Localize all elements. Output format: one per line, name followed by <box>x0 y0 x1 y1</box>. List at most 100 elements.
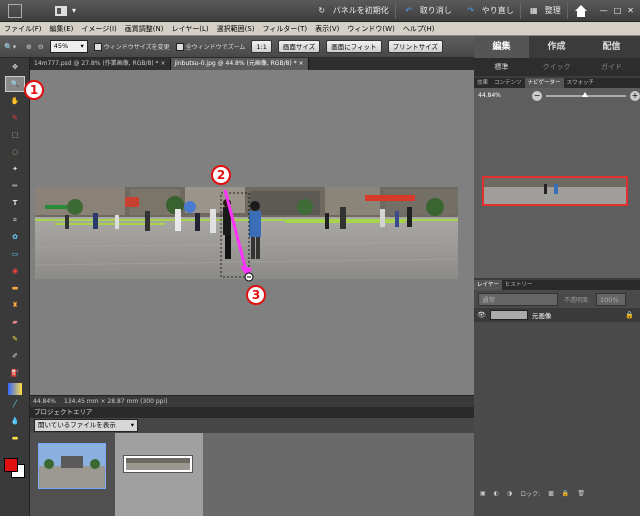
tab-create[interactable]: 作成 <box>529 36 584 58</box>
lasso-icon[interactable]: ◌ <box>5 144 25 160</box>
blend-mode-dropdown[interactable]: 通常 <box>478 293 558 306</box>
menu-filter[interactable]: フィルター(T) <box>259 22 312 36</box>
home-button[interactable] <box>568 0 594 22</box>
clone-stamp-icon[interactable]: ♜ <box>5 297 25 313</box>
layers-panel: 通常 不透明度: 100% 👁 元画像 🔒 ▣ ◐ ◑ ロック: ▩ 🔒 🗑 <box>474 290 640 516</box>
project-bin-active <box>115 433 203 516</box>
blur-icon[interactable]: 💧 <box>5 413 25 429</box>
project-thumb-1[interactable] <box>38 443 106 489</box>
eyedropper-icon[interactable]: ✎ <box>5 110 25 126</box>
marquee-icon[interactable]: ⬚ <box>5 127 25 143</box>
cookie-cutter-icon[interactable]: ✿ <box>5 229 25 245</box>
zoom-drag-overlay <box>223 189 254 282</box>
visibility-icon[interactable]: 👁 <box>477 311 486 319</box>
magic-wand-icon[interactable]: ✦ <box>5 161 25 177</box>
paint-bucket-icon[interactable]: ⛽ <box>5 365 25 381</box>
zoom-out-icon[interactable]: ⊖ <box>38 43 44 51</box>
crop-icon[interactable]: ⌗ <box>5 212 25 228</box>
gradient-icon[interactable] <box>8 383 22 395</box>
straighten-icon[interactable]: ▭ <box>5 246 25 262</box>
menu-enhance[interactable]: 画質調整(N) <box>121 22 168 36</box>
lock-transparency-icon[interactable]: ▩ <box>548 490 554 497</box>
zoom-slider-track[interactable] <box>546 92 626 97</box>
zoom-input[interactable]: 45% ▾ <box>49 40 88 53</box>
tab-history[interactable]: ヒストリー <box>502 280 536 290</box>
menu-window[interactable]: ウィンドウ(W) <box>343 22 398 36</box>
panel-reset-button[interactable]: ↻ パネルを初期化 <box>309 0 395 22</box>
tab-edit[interactable]: 編集 <box>474 36 529 58</box>
zoom-in-icon[interactable]: + <box>630 91 640 101</box>
undo-button[interactable]: ↶ 取り消し <box>396 0 458 22</box>
screen-size-button[interactable]: 画面サイズ <box>277 40 321 53</box>
navigator-preview[interactable] <box>482 176 628 206</box>
eraser-icon[interactable]: ▰ <box>5 314 25 330</box>
tab-layers[interactable]: レイヤー <box>474 280 502 290</box>
red-eye-icon[interactable]: ◉ <box>5 263 25 279</box>
blend-mode-value: 通常 <box>482 296 495 304</box>
layers-bottom-bar: ▣ ◐ ◑ ロック: ▩ 🔒 🗑 <box>474 486 640 500</box>
doc-tab-2[interactable]: jinbutsu-0.jpg @ 44.8% (元画像, RGB/8) * × <box>170 58 309 70</box>
status-dimensions: 134.45 mm × 28.87 mm (300 ppi) <box>64 398 168 405</box>
subtab-full[interactable]: 標準 <box>474 58 529 76</box>
mask-icon[interactable]: ◑ <box>507 490 512 497</box>
close-icon[interactable]: × <box>299 60 304 67</box>
pencil-icon[interactable]: ✎ <box>5 331 25 347</box>
menu-help[interactable]: ヘルプ(H) <box>399 22 439 36</box>
new-layer-icon[interactable]: ▣ <box>480 490 486 497</box>
all-windows-checkbox[interactable]: 全ウィンドウでズーム <box>175 42 246 51</box>
tab-effects[interactable]: 効果 <box>474 78 491 88</box>
arrange-icon <box>55 5 67 16</box>
status-bar: 44.84% 134.45 mm × 28.87 mm (300 ppi) <box>30 395 474 407</box>
quick-select-icon[interactable]: ✏ <box>5 178 25 194</box>
window-controls[interactable]: — □ ✕ <box>594 0 640 22</box>
tool-preset-icon[interactable]: 🔍▾ <box>4 43 20 51</box>
type-icon[interactable]: T <box>5 195 25 211</box>
organize-button[interactable]: ▦ 整理 <box>521 0 567 22</box>
color-swatches[interactable] <box>0 450 29 490</box>
healing-brush-icon[interactable]: ▬ <box>5 280 25 296</box>
one-to-one-button[interactable]: 1:1 <box>251 40 272 53</box>
print-size-button[interactable]: プリントサイズ <box>387 40 443 53</box>
shape-icon[interactable]: ╱ <box>5 396 25 412</box>
resize-windows-checkbox[interactable]: ウィンドウサイズを変更 <box>93 42 170 51</box>
tab-navigator[interactable]: ナビゲーター <box>524 78 564 88</box>
tab-share[interactable]: 配信 <box>584 36 639 58</box>
lock-all-icon[interactable]: 🔒 <box>562 490 569 497</box>
zoom-in-icon[interactable]: ⊕ <box>26 43 32 51</box>
maximize-icon[interactable]: □ <box>614 6 622 15</box>
menu-edit[interactable]: 編集(E) <box>46 22 78 36</box>
redo-button[interactable]: ↷ やり直し <box>458 0 520 22</box>
tab-swatches[interactable]: スウォッチ <box>564 78 598 88</box>
zoom-out-icon[interactable]: − <box>532 91 542 101</box>
menu-view[interactable]: 表示(V) <box>311 22 343 36</box>
opacity-input[interactable]: 100% <box>596 293 627 306</box>
foreground-color-swatch[interactable] <box>4 458 18 472</box>
canvas-area[interactable]: 2 3 <box>30 70 474 395</box>
subtab-guided[interactable]: ガイド <box>584 58 639 76</box>
fit-screen-button[interactable]: 画面にフィット <box>326 40 382 53</box>
menu-select[interactable]: 選択範囲(S) <box>213 22 259 36</box>
new-adjustment-icon[interactable]: ◐ <box>494 490 499 497</box>
close-icon[interactable]: ✕ <box>627 6 634 15</box>
layer-row[interactable]: 👁 元画像 🔒 <box>474 308 640 322</box>
subtab-quick[interactable]: クイック <box>529 58 584 76</box>
all-windows-label: 全ウィンドウでズーム <box>185 44 246 51</box>
arrange-button[interactable]: ▾ <box>48 0 82 22</box>
hand-tool-icon[interactable]: ✋ <box>5 93 25 109</box>
close-icon[interactable]: × <box>160 60 165 67</box>
move-tool-icon[interactable]: ✥ <box>5 59 25 75</box>
project-filter-dropdown[interactable]: 開いているファイルを表示 ▾ <box>34 419 138 432</box>
sponge-icon[interactable]: ▬ <box>5 430 25 446</box>
tab-content[interactable]: コンテンツ <box>491 78 525 88</box>
project-thumb-2[interactable] <box>123 455 193 473</box>
menu-image[interactable]: イメージ(I) <box>77 22 120 36</box>
minimize-icon[interactable]: — <box>600 6 608 15</box>
menu-file[interactable]: ファイル(F) <box>0 22 46 36</box>
zoom-tool-icon[interactable]: 🔍 <box>5 76 25 92</box>
brush-icon[interactable]: ✐ <box>5 348 25 364</box>
navigator-zoom-slider[interactable]: − + <box>532 91 640 101</box>
doc-tab-1[interactable]: 14m777.psd @ 27.8% (作業画像, RGB/8) * × <box>30 58 171 70</box>
menu-layer[interactable]: レイヤー(L) <box>167 22 212 36</box>
trash-icon[interactable]: 🗑 <box>577 490 585 497</box>
navigator-zoom: 44.84% <box>478 92 501 99</box>
